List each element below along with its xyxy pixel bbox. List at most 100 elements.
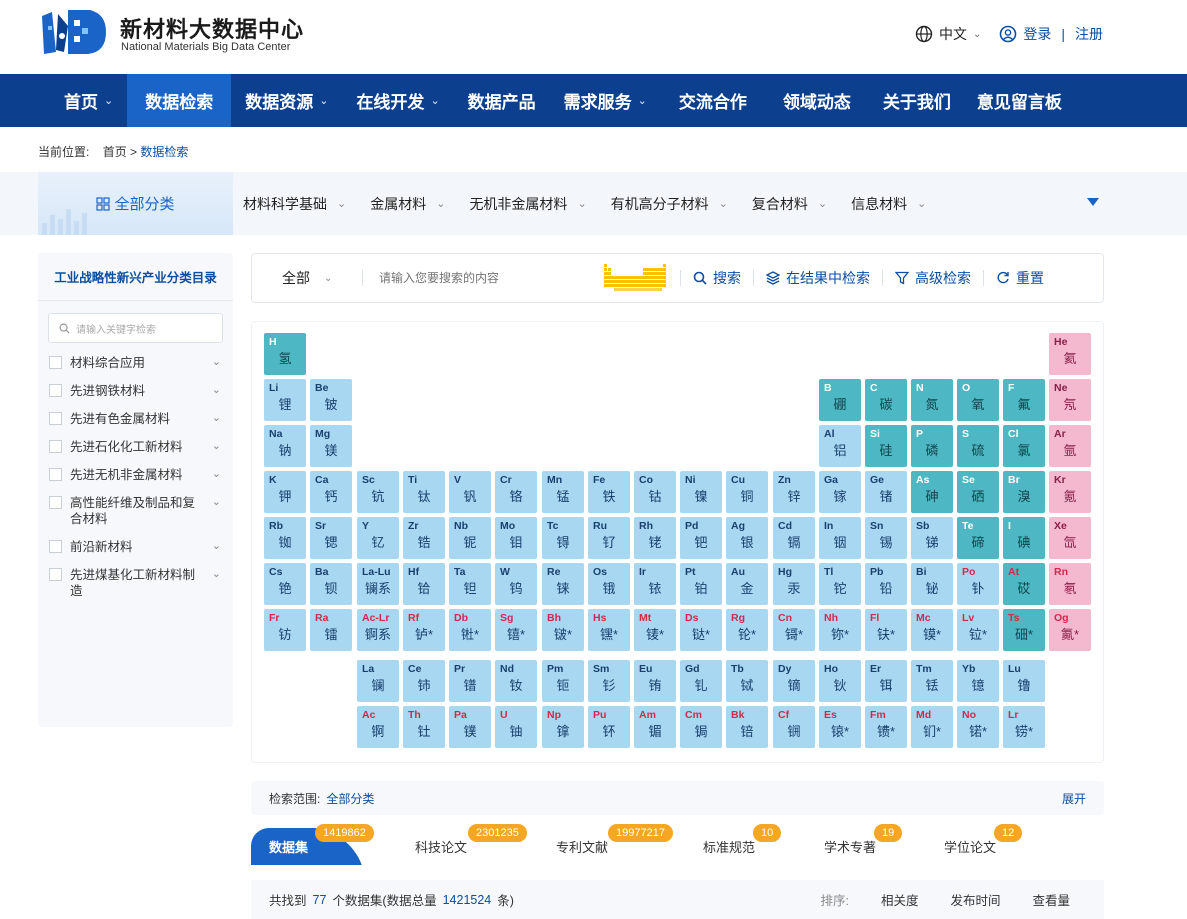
element-u[interactable]: U铀 — [495, 706, 537, 748]
sidebar-search-input[interactable]: 请输入关键字检索 — [48, 313, 223, 343]
element-na[interactable]: Na 钠 — [264, 425, 306, 467]
element-hs[interactable]: Hs 𬭶* — [588, 609, 630, 651]
element-yb[interactable]: Yb 镱 — [957, 660, 999, 702]
element-zn[interactable]: Zn 锌 — [773, 471, 815, 513]
element-eu[interactable]: Eu 铕 — [634, 660, 676, 702]
checkbox[interactable] — [49, 412, 62, 425]
sidebar-category-item[interactable]: 前沿新材料 ⌄ — [38, 539, 233, 555]
element-ca[interactable]: Ca 钙 — [310, 471, 352, 513]
element-pd[interactable]: Pd 钯 — [680, 517, 722, 559]
element-kr[interactable]: Kr 氪 — [1049, 471, 1091, 513]
search-in-results-button[interactable]: 在结果中检索 — [754, 268, 882, 288]
element-ar[interactable]: Ar 氩 — [1049, 425, 1091, 467]
checkbox[interactable] — [49, 496, 62, 509]
element-rg[interactable]: Rg 𬬭* — [726, 609, 768, 651]
element-si[interactable]: Si 硅 — [865, 425, 907, 467]
element-pb[interactable]: Pb 铅 — [865, 563, 907, 605]
periodic-table-toggle-icon[interactable] — [604, 264, 666, 292]
element-gd[interactable]: Gd 钆 — [680, 660, 722, 702]
element-nb[interactable]: Nb 铌 — [449, 517, 491, 559]
sidebar-category-item[interactable]: 材料综合应用 ⌄ — [38, 355, 233, 371]
sidebar-category-item[interactable]: 先进无机非金属材料 ⌄ — [38, 467, 233, 483]
category-item[interactable]: 信息材料 ⌄ — [851, 194, 926, 214]
element-at[interactable]: At 砹 — [1003, 563, 1045, 605]
element-th[interactable]: Th 钍 — [403, 706, 445, 748]
element-sg[interactable]: Sg 𬭳* — [495, 609, 537, 651]
element-n[interactable]: N氮 — [911, 379, 953, 421]
element-np[interactable]: Np 镎 — [542, 706, 584, 748]
element-os[interactable]: Os 锇 — [588, 563, 630, 605]
category-item[interactable]: 有机高分子材料 ⌄ — [611, 194, 728, 214]
element-hf[interactable]: Hf 铪 — [403, 563, 445, 605]
nav-item-data-products[interactable]: 数据产品 — [454, 74, 550, 127]
category-item[interactable]: 无机非金属材料 ⌄ — [469, 194, 586, 214]
element-bh[interactable]: Bh 𬭛* — [542, 609, 584, 651]
element-no[interactable]: No 锘* — [957, 706, 999, 748]
element-f[interactable]: F氟 — [1003, 379, 1045, 421]
element-bk[interactable]: Bk 锫 — [726, 706, 768, 748]
category-item[interactable]: 复合材料 ⌄ — [752, 194, 827, 214]
element-au[interactable]: Au 金 — [726, 563, 768, 605]
element-ce[interactable]: Ce 铈 — [403, 660, 445, 702]
tab-datasets[interactable]: 数据集 1419862 — [251, 824, 374, 865]
element-as[interactable]: As 砷 — [911, 471, 953, 513]
element-i[interactable]: I碘 — [1003, 517, 1045, 559]
element-p[interactable]: P磷 — [911, 425, 953, 467]
search-button[interactable]: 搜索 — [681, 268, 753, 288]
element-s[interactable]: S硫 — [957, 425, 999, 467]
element-pm[interactable]: Pm 钷 — [542, 660, 584, 702]
element-ac-lr[interactable]: Ac-Lr 锕系 — [357, 609, 399, 651]
chevron-down-icon[interactable]: ⌄ — [212, 411, 221, 424]
sidebar-category-item[interactable]: 先进煤基化工新材料制造 ⌄ — [38, 567, 233, 599]
tab-standards[interactable]: 标准规范 10 — [703, 824, 782, 865]
nav-item-online-dev[interactable]: 在线开发 ⌄ — [342, 74, 453, 127]
element-ti[interactable]: Ti 钛 — [403, 471, 445, 513]
nav-item-feedback[interactable]: 意见留言板 — [965, 74, 1074, 127]
element-fl[interactable]: Fl 𫓧* — [865, 609, 907, 651]
element-te[interactable]: Te 碲 — [957, 517, 999, 559]
category-item[interactable]: 材料科学基础 ⌄ — [243, 194, 346, 214]
nav-item-data-resources[interactable]: 数据资源 ⌄ — [231, 74, 342, 127]
element-po[interactable]: Po 钋 — [957, 563, 999, 605]
element-ir[interactable]: Ir 铱 — [634, 563, 676, 605]
element-b[interactable]: B硼 — [819, 379, 861, 421]
element-ra[interactable]: Ra 镭 — [310, 609, 352, 651]
element-es[interactable]: Es 锿* — [819, 706, 861, 748]
tab-patents[interactable]: 专利文献 19977217 — [556, 824, 673, 865]
element-sm[interactable]: Sm 钐 — [588, 660, 630, 702]
element-db[interactable]: Db 𬭊* — [449, 609, 491, 651]
element-ac[interactable]: Ac 锕 — [357, 706, 399, 748]
element-tl[interactable]: Tl 铊 — [819, 563, 861, 605]
element-tm[interactable]: Tm 铥 — [911, 660, 953, 702]
element-rf[interactable]: Rf 𬬻* — [403, 609, 445, 651]
element-cs[interactable]: Cs 铯 — [264, 563, 306, 605]
element-ta[interactable]: Ta 钽 — [449, 563, 491, 605]
element-cr[interactable]: Cr 铬 — [495, 471, 537, 513]
element-nd[interactable]: Nd 钕 — [495, 660, 537, 702]
element-cd[interactable]: Cd 镉 — [773, 517, 815, 559]
search-scope-select[interactable]: 全部 ⌄ — [252, 268, 362, 288]
element-og[interactable]: Og 鿫* — [1049, 609, 1091, 651]
element-lv[interactable]: Lv 𫟷* — [957, 609, 999, 651]
element-o[interactable]: O氧 — [957, 379, 999, 421]
element-ne[interactable]: Ne 氖 — [1049, 379, 1091, 421]
element-ds[interactable]: Ds 𫟼* — [680, 609, 722, 651]
element-cf[interactable]: Cf 锎 — [773, 706, 815, 748]
element-mt[interactable]: Mt 鿏* — [634, 609, 676, 651]
element-er[interactable]: Er 铒 — [865, 660, 907, 702]
range-value[interactable]: 全部分类 — [326, 790, 374, 807]
sort-relevance[interactable]: 相关度 — [881, 890, 919, 909]
element-pr[interactable]: Pr 镨 — [449, 660, 491, 702]
element-cu[interactable]: Cu 铜 — [726, 471, 768, 513]
element-h[interactable]: H氢 — [264, 333, 306, 375]
advanced-search-button[interactable]: 高级检索 — [883, 268, 983, 288]
checkbox[interactable] — [49, 568, 62, 581]
checkbox[interactable] — [49, 468, 62, 481]
element-ag[interactable]: Ag 银 — [726, 517, 768, 559]
chevron-down-icon[interactable]: ⌄ — [212, 383, 221, 396]
element-cm[interactable]: Cm 锔 — [680, 706, 722, 748]
element-la[interactable]: La 镧 — [357, 660, 399, 702]
element-fm[interactable]: Fm 镄* — [865, 706, 907, 748]
element-xe[interactable]: Xe 氙 — [1049, 517, 1091, 559]
element-cl[interactable]: Cl 氯 — [1003, 425, 1045, 467]
